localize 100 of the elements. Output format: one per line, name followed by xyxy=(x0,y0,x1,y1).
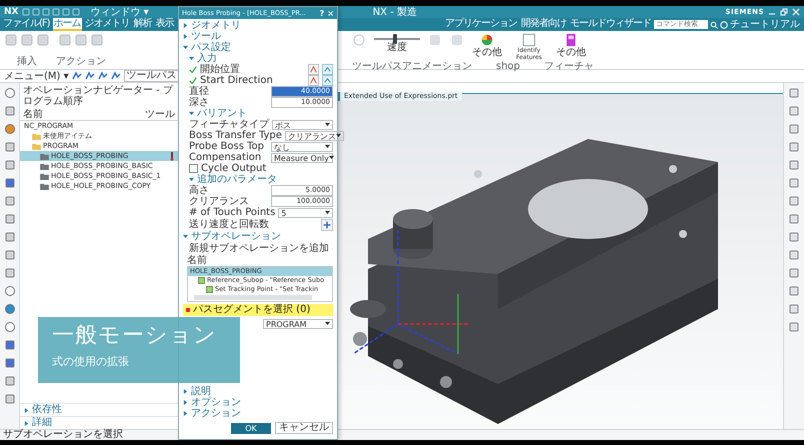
caret-icon xyxy=(189,111,194,116)
dialog-section-header[interactable]: ツール xyxy=(183,31,333,42)
view-tool-icon[interactable] xyxy=(788,123,800,135)
ribbon-command-icon[interactable] xyxy=(20,33,34,47)
point-dialog-icon[interactable] xyxy=(308,75,319,86)
checkbox[interactable] xyxy=(198,277,205,284)
ribbon-command-icon[interactable] xyxy=(4,33,18,47)
app-logo: NX xyxy=(4,7,18,17)
menu-tab[interactable]: ジオメトリ xyxy=(84,18,131,31)
ribbon-command-icon[interactable] xyxy=(90,33,104,47)
field-label: 深さ xyxy=(189,97,210,108)
dropdown-field[interactable]: Measure Only xyxy=(271,152,333,162)
menu-tab[interactable]: モールドウィザード xyxy=(569,18,652,31)
view-tool-icon[interactable] xyxy=(788,249,800,261)
dropdown-field[interactable]: クリアランス xyxy=(284,130,344,140)
point-dialog-icon[interactable] xyxy=(308,64,319,75)
view-tool-icon[interactable] xyxy=(788,285,800,297)
caret-icon xyxy=(189,177,194,182)
column-header: ツール xyxy=(145,109,175,120)
checkbox[interactable] xyxy=(206,286,213,293)
plus-icon[interactable] xyxy=(321,218,333,230)
filter-icon[interactable] xyxy=(110,71,121,81)
dialog-section-header[interactable]: 説明 xyxy=(183,386,333,397)
menu-tab[interactable]: 開発者向け xyxy=(520,18,567,31)
menu-tab[interactable]: 表示 xyxy=(154,18,175,31)
selection-prompt[interactable]: パスセグメントを選択 (0) xyxy=(183,304,333,316)
scrollbar[interactable] xyxy=(194,295,312,300)
view-tool-icon[interactable] xyxy=(788,213,800,225)
close-button[interactable]: × xyxy=(327,8,334,18)
dialog-section-header[interactable]: パス設定 xyxy=(183,42,333,53)
dialog-section-header[interactable]: サブオペレーション xyxy=(183,231,333,242)
view-tool-icon[interactable] xyxy=(788,267,800,279)
caret-icon xyxy=(183,411,188,416)
filter-icon[interactable] xyxy=(72,71,82,81)
menu-tab[interactable]: ファイル(F) xyxy=(2,18,51,31)
caret-icon xyxy=(183,45,188,50)
restore-icon[interactable] xyxy=(780,8,788,16)
dropdown-field[interactable]: なし xyxy=(271,142,333,152)
view-tool-icon[interactable] xyxy=(788,231,800,243)
field-label: Boss Transfer Type xyxy=(189,130,282,141)
dropdown-field[interactable]: ボス xyxy=(272,120,333,130)
collapsible-section[interactable]: 依存性 xyxy=(20,403,178,416)
help-button[interactable]: ? xyxy=(320,8,324,18)
field-label: # of Touch Points xyxy=(189,207,276,218)
field-label: フィーチャタイプ xyxy=(189,119,269,130)
ok-button[interactable]: OK xyxy=(231,422,271,434)
caret-icon xyxy=(189,56,194,61)
view-tool-icon[interactable] xyxy=(788,87,800,99)
dropdown-arrow-icon xyxy=(336,133,341,138)
view-tool-icon[interactable] xyxy=(788,141,800,153)
point-picker-icon[interactable] xyxy=(322,75,333,86)
square-frame-icon[interactable] xyxy=(522,33,536,47)
menu-tab[interactable]: 解析 xyxy=(132,18,153,31)
book-icon[interactable] xyxy=(564,33,578,47)
point-picker-icon[interactable] xyxy=(322,64,333,75)
dropdown-field[interactable]: PROGRAM xyxy=(263,318,333,328)
field-label: Probe Boss Top xyxy=(189,141,265,152)
caption-subtitle: 式の使用の拡張 xyxy=(52,354,130,370)
dialog-section-header[interactable]: ジオメトリ xyxy=(183,20,333,31)
navigator-title: オペレーションナビゲーター - プログラム順序 xyxy=(22,84,174,109)
view-tool-icon[interactable] xyxy=(788,303,800,315)
caret-icon xyxy=(24,420,29,426)
view-tool-icon[interactable] xyxy=(788,195,800,207)
menu-button[interactable]: メニュー(M) ▾ xyxy=(4,70,69,82)
field-label: 直径 xyxy=(189,86,210,97)
ribbon-command-label: その他 xyxy=(472,47,502,58)
dialog-section-header[interactable]: 入力 xyxy=(183,53,333,64)
ball-icon[interactable] xyxy=(4,123,16,135)
tutorial-link[interactable]: チュートリアル xyxy=(730,19,800,30)
caret-icon xyxy=(24,408,29,412)
ribbon-command-icon[interactable] xyxy=(74,33,88,47)
dialog-section-header[interactable]: バリアント xyxy=(183,108,333,119)
color-wheel-icon[interactable] xyxy=(480,33,494,47)
ribbon-command-icon[interactable] xyxy=(36,33,50,47)
dialog-section-header[interactable]: アクション xyxy=(183,408,333,419)
list-header: 名前 xyxy=(187,255,208,266)
filter-icon[interactable] xyxy=(98,71,108,81)
dropdown-arrow-icon xyxy=(328,155,334,160)
window-menu[interactable]: ウィンドウ ▾ xyxy=(90,6,149,18)
ribbon-group-label: shop xyxy=(496,61,520,72)
close-icon[interactable] xyxy=(792,8,800,16)
checkbox[interactable] xyxy=(189,164,198,173)
view-tool-icon[interactable] xyxy=(788,105,800,117)
dialog-section-header[interactable]: オプション xyxy=(183,397,333,408)
menu-tab[interactable]: ホーム xyxy=(52,18,82,31)
menu-tab[interactable]: アプリケーション xyxy=(444,18,518,31)
caret-icon xyxy=(183,400,188,405)
view-tool-icon[interactable] xyxy=(788,321,800,333)
view-tool-icon[interactable] xyxy=(788,159,800,171)
dialog-section-header[interactable]: 追加のパラメータ xyxy=(183,174,333,185)
filter-icon[interactable] xyxy=(84,71,95,81)
search-icon[interactable] xyxy=(710,20,718,28)
slider-label: 速度 xyxy=(387,42,407,53)
field-label: 開始位置 xyxy=(200,64,241,75)
ribbon-command-icon[interactable] xyxy=(58,33,72,47)
ribbon-group-label: ツールパスアニメーション xyxy=(352,61,472,72)
view-tool-icon[interactable] xyxy=(788,177,800,189)
ribbon-group-label: アクション xyxy=(56,56,106,67)
dropdown-field[interactable]: 5 xyxy=(278,208,333,218)
cancel-button[interactable]: キャンセル xyxy=(275,422,333,434)
